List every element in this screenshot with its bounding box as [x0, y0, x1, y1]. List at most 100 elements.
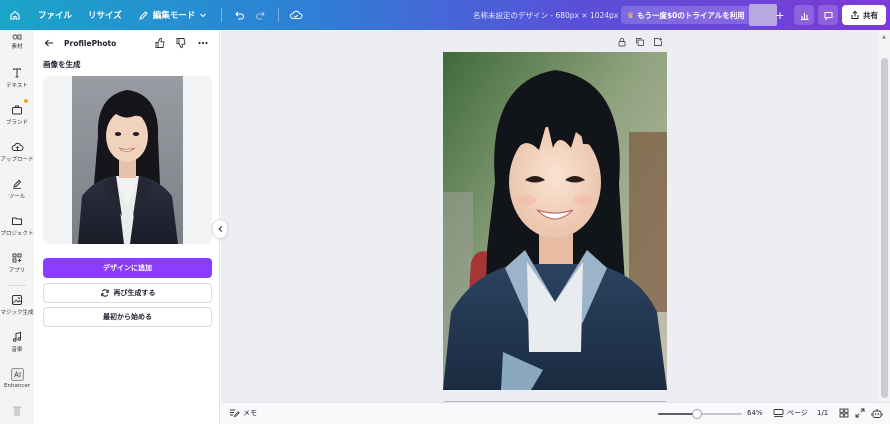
- insights-button[interactable]: [794, 5, 814, 25]
- rail-item-label: プロジェクト: [0, 231, 34, 237]
- divider: [278, 8, 280, 22]
- rail-item-label: ブランド: [5, 120, 28, 126]
- plus-icon: +: [775, 8, 785, 22]
- share-button[interactable]: 共有: [842, 5, 886, 25]
- rail-item-label: ツール: [8, 194, 26, 200]
- file-menu-label: ファイル: [38, 11, 73, 21]
- generated-portrait-image: [72, 76, 183, 244]
- share-icon: [851, 10, 859, 19]
- scroll-up-arrow[interactable]: ▲: [882, 34, 886, 40]
- home-button[interactable]: [0, 0, 30, 30]
- notes-icon: [230, 409, 240, 418]
- edit-mode-dropdown[interactable]: 編集モード: [130, 0, 216, 30]
- resize-menu[interactable]: リサイズ: [80, 0, 130, 30]
- pages-button[interactable]: ページ: [773, 408, 808, 418]
- crown-icon: ♛: [627, 10, 635, 20]
- undo-button[interactable]: [228, 0, 250, 30]
- rail-item-label: マジック生成: [0, 310, 34, 316]
- more-options-button[interactable]: [197, 37, 209, 51]
- fullscreen-button[interactable]: [855, 408, 865, 420]
- page-count: 1/1: [817, 409, 829, 417]
- enhancer-app-icon: [10, 368, 24, 381]
- rail-item-projects[interactable]: プロジェクト: [0, 215, 34, 237]
- bottom-bar: メモ 64% ページ 1/1: [221, 402, 890, 424]
- trash-icon: [13, 406, 21, 416]
- pages-label: ページ: [787, 409, 808, 417]
- zoom-slider-handle[interactable]: [692, 409, 703, 419]
- page-toolbar: [617, 37, 663, 49]
- start-over-button[interactable]: 最初から始める: [43, 307, 212, 327]
- home-icon: [10, 10, 20, 20]
- text-icon: [13, 68, 21, 78]
- cloud-check-icon: [290, 10, 303, 19]
- trial-button[interactable]: ♛ もう一度$0のトライアルを利用: [621, 6, 751, 24]
- regenerate-button[interactable]: 再び生成する: [43, 283, 212, 303]
- rail-item-tools[interactable]: ツール: [0, 178, 34, 200]
- bar-chart-icon: [800, 12, 808, 20]
- portrait-photo: [443, 52, 667, 390]
- more-horizontal-icon: [198, 41, 208, 45]
- file-menu[interactable]: ファイル: [30, 0, 80, 30]
- trial-label: もう一度$0のトライアルを利用: [637, 10, 745, 20]
- add-page-button[interactable]: [653, 37, 663, 49]
- rail-item-label: アプリ: [8, 268, 26, 274]
- scrollbar-thumb[interactable]: [881, 58, 888, 398]
- chevron-down-icon: [200, 13, 207, 18]
- regenerate-label: 再び生成する: [113, 289, 156, 297]
- resize-menu-label: リサイズ: [88, 11, 122, 21]
- rail-item-audio[interactable]: 音楽: [0, 331, 34, 353]
- notes-label: メモ: [243, 409, 257, 417]
- grid-icon: [839, 408, 849, 418]
- pencil-icon: [139, 10, 148, 20]
- rail-item-label: 素材: [11, 44, 23, 50]
- notes-button[interactable]: メモ: [229, 408, 257, 418]
- back-button[interactable]: [43, 37, 55, 51]
- robot-icon: [871, 409, 883, 418]
- collapse-panel-button[interactable]: [212, 219, 228, 239]
- expand-icon: [855, 408, 865, 418]
- generated-image-card[interactable]: [43, 76, 212, 244]
- dislike-button[interactable]: [175, 37, 187, 51]
- left-rail: 素材 テキスト ブランド アップロード ツール プロジェクト アプリ マジック生…: [0, 30, 34, 424]
- undo-icon: [235, 11, 245, 20]
- grid-view-button[interactable]: [839, 408, 849, 420]
- redo-icon: [256, 11, 266, 20]
- lock-button[interactable]: [617, 37, 627, 49]
- like-button[interactable]: [154, 37, 166, 51]
- rail-item-brand[interactable]: ブランド: [0, 104, 34, 126]
- rail-item-enhancer[interactable]: Enhancer: [0, 368, 34, 389]
- assistant-button[interactable]: [871, 408, 883, 421]
- rail-item-magic-media[interactable]: マジック生成: [0, 294, 34, 316]
- design-page[interactable]: [443, 52, 667, 390]
- music-note-icon: [13, 331, 22, 342]
- zoom-level[interactable]: 64%: [747, 409, 763, 417]
- add-to-design-label: デザインに追加: [103, 264, 152, 272]
- magic-image-icon: [12, 295, 22, 305]
- lock-icon: [618, 37, 626, 47]
- rail-item-text[interactable]: テキスト: [0, 67, 34, 89]
- notification-dot: [24, 99, 28, 103]
- cloud-upload-icon: [11, 142, 23, 151]
- divider: [221, 8, 223, 22]
- zoom-slider[interactable]: [658, 409, 742, 419]
- arrow-left-icon: [44, 39, 53, 47]
- rail-item-elements[interactable]: 素材: [0, 34, 34, 50]
- edit-mode-label: 編集モード: [152, 11, 196, 21]
- thumbs-down-icon: [176, 38, 186, 49]
- trash-button[interactable]: [11, 404, 23, 420]
- design-title[interactable]: 名称未設定のデザイン - 680px × 1024px: [473, 0, 618, 30]
- rail-item-label: Enhancer: [4, 383, 30, 389]
- add-page-icon: [654, 37, 662, 46]
- rail-item-label: アップロード: [0, 157, 34, 163]
- comment-button[interactable]: [818, 5, 838, 25]
- add-collaborator-button[interactable]: +: [773, 7, 787, 23]
- rail-item-uploads[interactable]: アップロード: [0, 141, 34, 163]
- add-to-design-button[interactable]: デザインに追加: [43, 258, 212, 278]
- vertical-scrollbar[interactable]: ▲: [879, 30, 890, 402]
- cloud-save-button[interactable]: [285, 0, 307, 30]
- redo-button[interactable]: [250, 0, 272, 30]
- rail-item-label: 音楽: [11, 347, 23, 353]
- copy-icon: [636, 38, 644, 46]
- duplicate-page-button[interactable]: [635, 37, 645, 49]
- rail-item-apps[interactable]: アプリ: [0, 252, 34, 274]
